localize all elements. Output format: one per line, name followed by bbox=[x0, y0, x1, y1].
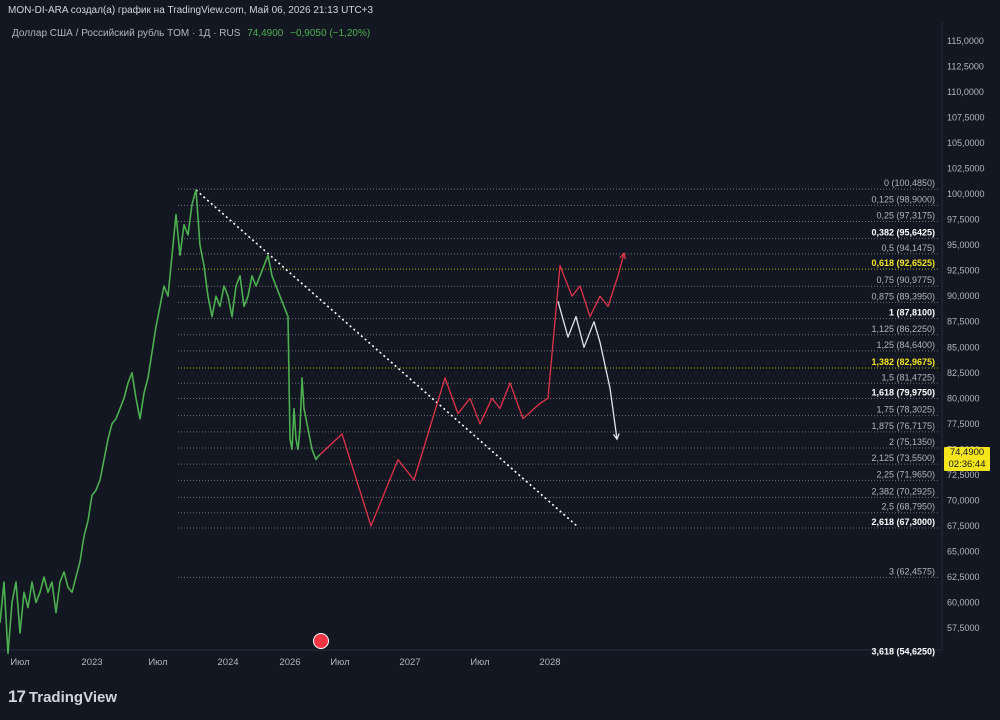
y-axis-tick-label: 107,5000 bbox=[947, 113, 985, 123]
fib-level-label: 0 (100,4850) bbox=[884, 178, 935, 188]
x-axis-tick-label: Июл bbox=[10, 657, 29, 668]
x-axis-tick-label: Июл bbox=[330, 657, 349, 668]
y-axis-tick-label: 87,5000 bbox=[947, 317, 980, 327]
x-axis-tick-label: Июл bbox=[148, 657, 167, 668]
fib-level-label: 1,875 (76,7175) bbox=[871, 421, 935, 431]
fib-level-label: 2,125 (73,5500) bbox=[871, 453, 935, 463]
price-chart[interactable]: 115,0000 112,5000 110,0000 107,5000 105,0000… bbox=[0, 0, 1000, 672]
fib-level-label: 0,125 (98,9000) bbox=[871, 194, 935, 204]
y-axis-tick-label: 105,0000 bbox=[947, 138, 985, 148]
tradingview-logo[interactable]: 17 TradingView bbox=[8, 687, 117, 707]
fib-level-label: 1,25 (84,6400) bbox=[876, 340, 935, 350]
y-axis-tick-label: 57,5000 bbox=[947, 623, 980, 633]
y-axis-tick-label: 115,0000 bbox=[947, 36, 984, 46]
fib-level-label: 1,5 (81,4725) bbox=[881, 372, 935, 382]
fib-level-label: 0,5 (94,1475) bbox=[881, 243, 935, 253]
fib-level-label: 2 (75,1350) bbox=[889, 437, 935, 447]
y-axis-tick-label: 72,5000 bbox=[947, 470, 980, 480]
y-axis-tick-label: 95,0000 bbox=[947, 240, 980, 250]
fib-level-label: 0,875 (89,3950) bbox=[871, 291, 935, 301]
y-axis-tick-label: 85,0000 bbox=[947, 342, 980, 352]
brand-name: TradingView bbox=[28, 688, 118, 706]
series-projection-red bbox=[319, 253, 625, 527]
y-axis-tick-label: 82,5000 bbox=[947, 368, 980, 378]
y-axis-tick-label: 112,5000 bbox=[947, 62, 984, 72]
fib-level-label: 3 (62,4575) bbox=[889, 566, 935, 576]
series-price bbox=[0, 189, 321, 655]
usa-flag-event-icon[interactable] bbox=[313, 633, 329, 649]
fib-level-label: 3,618 (54,6250) bbox=[871, 646, 935, 656]
y-axis-tick-label: 92,5000 bbox=[947, 266, 980, 276]
y-axis-tick-label: 80,0000 bbox=[947, 393, 980, 403]
dotted-trendline bbox=[195, 189, 579, 528]
x-axis-tick-label: 2024 bbox=[217, 657, 238, 668]
x-axis-tick-label: 2027 bbox=[399, 657, 420, 668]
fib-level-label: 2,382 (70,2925) bbox=[871, 486, 935, 496]
x-axis-tick-label: Июл bbox=[470, 657, 489, 668]
fib-level-label: 2,618 (67,3000) bbox=[871, 517, 935, 527]
y-axis-tick-label: 65,0000 bbox=[947, 546, 980, 556]
x-axis-tick-label: 2026 bbox=[279, 657, 300, 668]
x-axis-tick-label: 2028 bbox=[539, 657, 560, 668]
fib-level-label: 1,125 (86,2250) bbox=[871, 324, 935, 334]
current-price-tag: 74,4900 02:36:44 bbox=[944, 447, 990, 471]
tradingview-logo-icon: 17 bbox=[8, 687, 26, 706]
fib-level-label: 0,618 (92,6525) bbox=[871, 258, 935, 268]
fib-level-label: 1,382 (82,9675) bbox=[871, 357, 935, 367]
fib-level-label: 1,618 (79,9750) bbox=[871, 388, 935, 398]
fib-level-label: 2,25 (71,9650) bbox=[876, 469, 935, 479]
fib-level-label: 1,75 (78,3025) bbox=[876, 405, 935, 415]
bar-countdown-timer: 02:36:44 bbox=[948, 458, 986, 470]
y-axis-tick-label: 102,5000 bbox=[947, 164, 985, 174]
current-price-value: 74,4900 bbox=[949, 447, 985, 458]
fib-level-label: 0,75 (90,9775) bbox=[876, 275, 935, 285]
y-axis-tick-label: 67,5000 bbox=[947, 521, 980, 531]
series-projection-white bbox=[557, 301, 618, 440]
y-axis-tick-label: 77,5000 bbox=[947, 419, 980, 429]
fib-level-label: 2,5 (68,7950) bbox=[881, 502, 935, 512]
y-axis-tick-label: 97,5000 bbox=[947, 215, 980, 225]
y-axis-tick-label: 100,0000 bbox=[947, 189, 985, 199]
y-axis-tick-label: 70,0000 bbox=[947, 495, 980, 505]
fib-level-label: 1 (87,8100) bbox=[889, 308, 935, 318]
y-axis-tick-label: 90,0000 bbox=[947, 291, 980, 301]
y-axis-tick-label: 60,0000 bbox=[947, 597, 980, 607]
y-axis-tick-label: 110,0000 bbox=[947, 87, 984, 97]
fib-level-label: 0,25 (97,3175) bbox=[876, 211, 935, 221]
fib-level-label: 0,382 (95,6425) bbox=[871, 228, 935, 238]
y-axis-tick-label: 62,5000 bbox=[947, 572, 980, 582]
x-axis-tick-label: 2023 bbox=[81, 657, 102, 668]
